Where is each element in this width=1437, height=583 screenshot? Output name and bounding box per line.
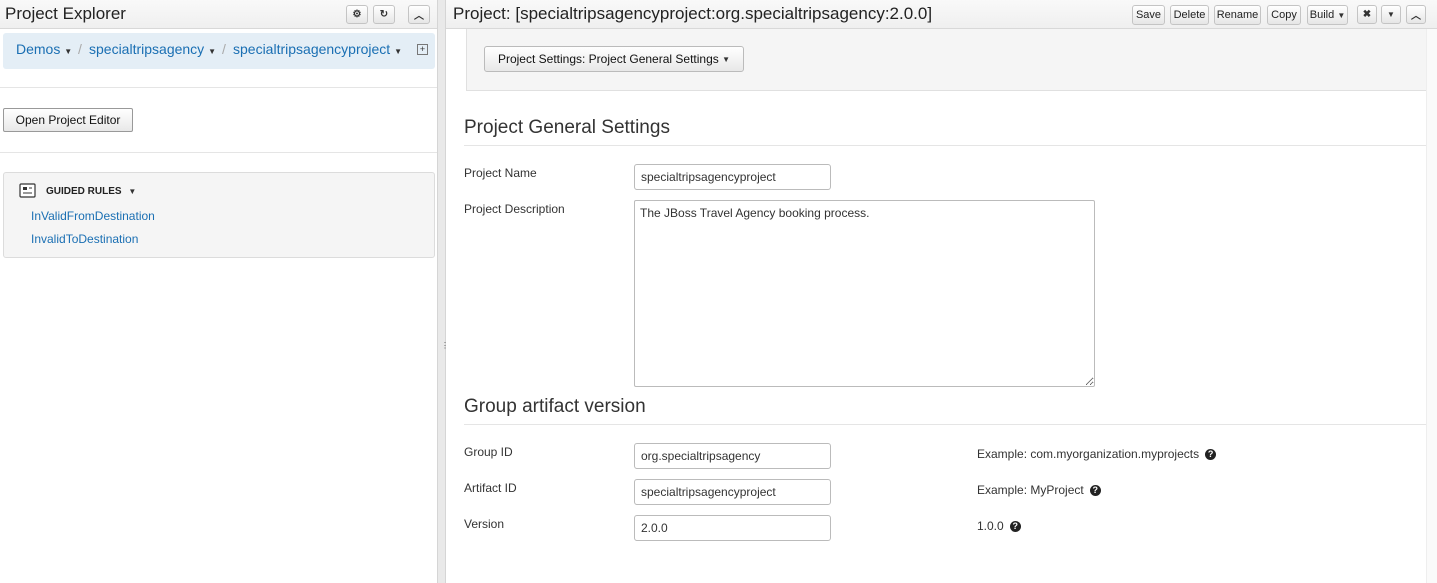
guided-rule-icon (19, 183, 36, 198)
divider (464, 145, 1437, 146)
save-button[interactable]: Save (1132, 5, 1165, 25)
group-id-help: Example: com.myorganization.myprojects? (977, 447, 1217, 461)
copy-button[interactable]: Copy (1267, 5, 1301, 25)
explorer-header: Project Explorer ⚙ ↻ ︿ (0, 0, 437, 29)
close-icon: ✖ (1362, 9, 1372, 20)
refresh-icon: ↻ (379, 9, 389, 20)
rule-link[interactable]: InvalidToDestination (31, 232, 138, 246)
guided-rules-header[interactable]: GUIDED RULES ▼ (46, 186, 136, 197)
caret-down-icon: ▼ (1387, 10, 1395, 19)
caret-down-icon: ▼ (208, 47, 216, 56)
breadcrumb: Demos ▼ / specialtripsagency ▼ / special… (3, 33, 435, 69)
caret-down-icon: ▼ (1337, 10, 1346, 20)
settings-bar: Project Settings: Project General Settin… (466, 29, 1437, 91)
help-icon[interactable]: ? (1009, 521, 1021, 532)
collapse-button[interactable]: ︿ (1406, 5, 1426, 24)
rule-link[interactable]: InValidFromDestination (31, 209, 155, 223)
gear-icon: ⚙ (352, 9, 362, 20)
caret-down-icon: ▼ (128, 187, 137, 196)
artifact-id-help: Example: MyProject? (977, 483, 1101, 497)
collapse-icon: ︿ (414, 11, 424, 22)
collapse-icon: ︿ (1411, 11, 1421, 22)
pane-splitter[interactable]: ⋮ (437, 0, 449, 583)
breadcrumb-separator: / (78, 41, 82, 57)
editor-header: Project: [specialtripsagencyproject:org.… (446, 0, 1437, 29)
delete-button[interactable]: Delete (1170, 5, 1209, 25)
close-button[interactable]: ✖ (1357, 5, 1377, 24)
gav-heading: Group artifact version (464, 396, 646, 417)
project-name-label: Project Name (464, 166, 537, 180)
version-label: Version (464, 517, 505, 531)
project-editor-pane: Project: [specialtripsagencyproject:org.… (446, 0, 1437, 583)
project-description-label: Project Description (464, 202, 565, 216)
artifact-id-input[interactable] (634, 479, 831, 505)
explorer-title: Project Explorer (5, 4, 126, 23)
caret-down-icon: ▼ (722, 54, 731, 64)
project-name-input[interactable] (634, 164, 831, 190)
breadcrumb-item-demos[interactable]: Demos ▼ (16, 41, 72, 57)
caret-down-icon: ▼ (394, 47, 403, 56)
divider (0, 87, 437, 88)
divider (464, 424, 1437, 425)
collapse-button[interactable]: ︿ (408, 5, 430, 24)
open-project-editor-button[interactable]: Open Project Editor (3, 108, 133, 132)
guided-rules-panel: GUIDED RULES ▼ InValidFromDestination In… (3, 172, 435, 258)
group-id-label: Group ID (464, 445, 513, 459)
version-input[interactable] (634, 515, 831, 541)
refresh-button[interactable]: ↻ (373, 5, 395, 24)
build-button[interactable]: Build ▼ (1307, 5, 1348, 25)
general-settings-heading: Project General Settings (464, 117, 670, 138)
editor-title: Project: [specialtripsagencyproject:org.… (453, 4, 933, 23)
breadcrumb-item-agency[interactable]: specialtripsagency ▼ (89, 41, 216, 57)
expand-icon[interactable]: + (417, 44, 428, 55)
breadcrumb-separator: / (222, 41, 226, 57)
group-id-input[interactable] (634, 443, 831, 469)
scrollbar[interactable] (1426, 29, 1437, 583)
breadcrumb-item-project[interactable]: specialtripsagencyproject ▼ (233, 41, 402, 57)
project-settings-dropdown[interactable]: Project Settings: Project General Settin… (484, 46, 744, 72)
divider (0, 152, 437, 153)
caret-down-icon: ▼ (64, 47, 73, 56)
help-icon[interactable]: ? (1089, 485, 1101, 496)
menu-button[interactable]: ▼ (1381, 5, 1401, 24)
help-icon[interactable]: ? (1205, 449, 1217, 460)
project-explorer-pane: Project Explorer ⚙ ↻ ︿ Demos ▼ / special… (0, 0, 437, 583)
version-help: 1.0.0? (977, 519, 1021, 533)
settings-button[interactable]: ⚙ (346, 5, 368, 24)
rename-button[interactable]: Rename (1214, 5, 1261, 25)
project-description-input[interactable]: The JBoss Travel Agency booking process. (634, 200, 1095, 387)
artifact-id-label: Artifact ID (464, 481, 517, 495)
